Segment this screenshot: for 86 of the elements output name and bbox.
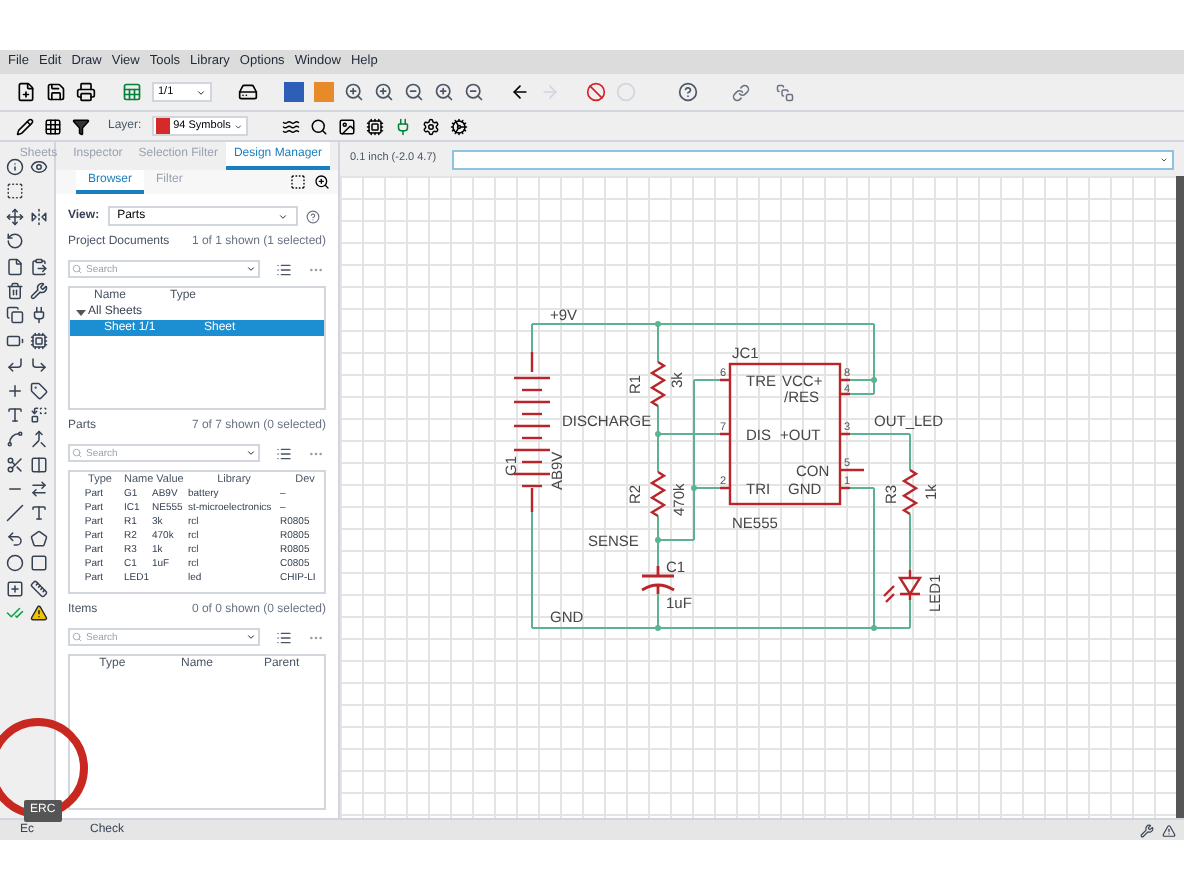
eye-icon[interactable]: [29, 158, 48, 176]
merge-icon[interactable]: [29, 430, 48, 449]
print-icon[interactable]: [76, 82, 96, 102]
image-icon[interactable]: [337, 117, 356, 135]
list-icon[interactable]: [276, 445, 292, 461]
junction-dot: [871, 625, 877, 631]
plus-icon[interactable]: [6, 381, 25, 400]
selection-icon[interactable]: [6, 182, 25, 201]
circle-icon[interactable]: [6, 554, 25, 573]
new-file-icon[interactable]: [16, 82, 36, 102]
polygon-icon[interactable]: [29, 529, 48, 548]
plug-icon[interactable]: [393, 117, 412, 135]
slash-icon[interactable]: [6, 504, 25, 523]
help-icon[interactable]: [678, 82, 698, 102]
search-icon: [72, 448, 82, 458]
junction-dot: [655, 537, 661, 543]
scissors-icon[interactable]: [6, 455, 25, 474]
junction-dot: [655, 321, 661, 327]
file-icon[interactable]: [6, 257, 25, 276]
warning-icon[interactable]: [29, 604, 48, 623]
zoom-icon[interactable]: [434, 82, 454, 102]
dropdown-icon: [234, 121, 244, 131]
plug-icon[interactable]: [29, 306, 48, 325]
wave-icon[interactable]: [281, 117, 300, 135]
search-icon[interactable]: [309, 117, 328, 135]
rectangle-icon[interactable]: [29, 554, 48, 573]
help-icon[interactable]: [305, 209, 320, 223]
zoom-icon[interactable]: [314, 174, 330, 190]
junction-dot: [655, 625, 661, 631]
chip-icon[interactable]: [365, 117, 384, 135]
search-icon: [72, 264, 82, 274]
junction-dot: [691, 485, 697, 491]
check-icon[interactable]: [6, 604, 25, 623]
mirror-icon[interactable]: [29, 207, 48, 226]
dropdown-icon: [246, 632, 256, 642]
select-icon[interactable]: [290, 174, 306, 190]
junction-dot: [871, 377, 877, 383]
replace-icon[interactable]: [29, 405, 48, 424]
battery-icon[interactable]: [6, 331, 25, 350]
list-icon[interactable]: [276, 629, 292, 645]
zoom-icon[interactable]: [404, 82, 424, 102]
tag-icon[interactable]: [29, 381, 48, 400]
save-icon[interactable]: [46, 82, 66, 102]
chip-icon[interactable]: [29, 331, 48, 350]
filter-icon[interactable]: [72, 117, 90, 135]
grid-icon[interactable]: [44, 117, 62, 135]
command-field[interactable]: [452, 149, 1174, 169]
undo-icon[interactable]: [510, 82, 530, 102]
resistor-symbol: [901, 468, 919, 516]
plus-square-icon[interactable]: [6, 579, 25, 598]
led-symbol: [882, 568, 923, 604]
dropdown-icon: [246, 264, 256, 274]
drive-icon[interactable]: [238, 82, 258, 102]
spline-icon[interactable]: [6, 430, 25, 449]
gear-icon[interactable]: [449, 117, 468, 135]
info-icon[interactable]: [6, 158, 25, 176]
stop-icon[interactable]: [586, 82, 606, 102]
wrench-icon[interactable]: [29, 281, 48, 300]
swap-icon[interactable]: [29, 480, 48, 499]
ruler-icon[interactable]: [29, 579, 48, 598]
move-icon[interactable]: [6, 207, 25, 226]
zoom-icon[interactable]: [464, 82, 484, 102]
junction-dot: [655, 431, 661, 437]
zoom-icon[interactable]: [344, 82, 364, 102]
text-icon[interactable]: [6, 405, 25, 424]
pencil-icon[interactable]: [16, 117, 34, 135]
wire: [909, 513, 911, 571]
trash-icon[interactable]: [6, 281, 25, 300]
paste-icon[interactable]: [29, 257, 48, 276]
text-icon[interactable]: [29, 504, 48, 523]
dropdown-icon: [246, 448, 256, 458]
resistor-symbol: [649, 360, 667, 408]
warning-icon[interactable]: [1162, 823, 1176, 837]
resistor-symbol: [649, 470, 667, 518]
list-icon[interactable]: [276, 261, 292, 277]
sheet-icon[interactable]: [122, 82, 142, 102]
search-icon: [72, 632, 82, 642]
settings-icon[interactable]: [421, 117, 440, 135]
dropdown-icon: [196, 87, 206, 97]
link-icon[interactable]: [732, 83, 750, 101]
wrench-icon[interactable]: [1140, 823, 1154, 837]
dropdown-icon: [277, 211, 288, 221]
zoom-icon[interactable]: [374, 82, 394, 102]
columns-icon[interactable]: [29, 455, 48, 474]
rotate-icon[interactable]: [6, 232, 25, 251]
copy-icon[interactable]: [6, 306, 25, 325]
